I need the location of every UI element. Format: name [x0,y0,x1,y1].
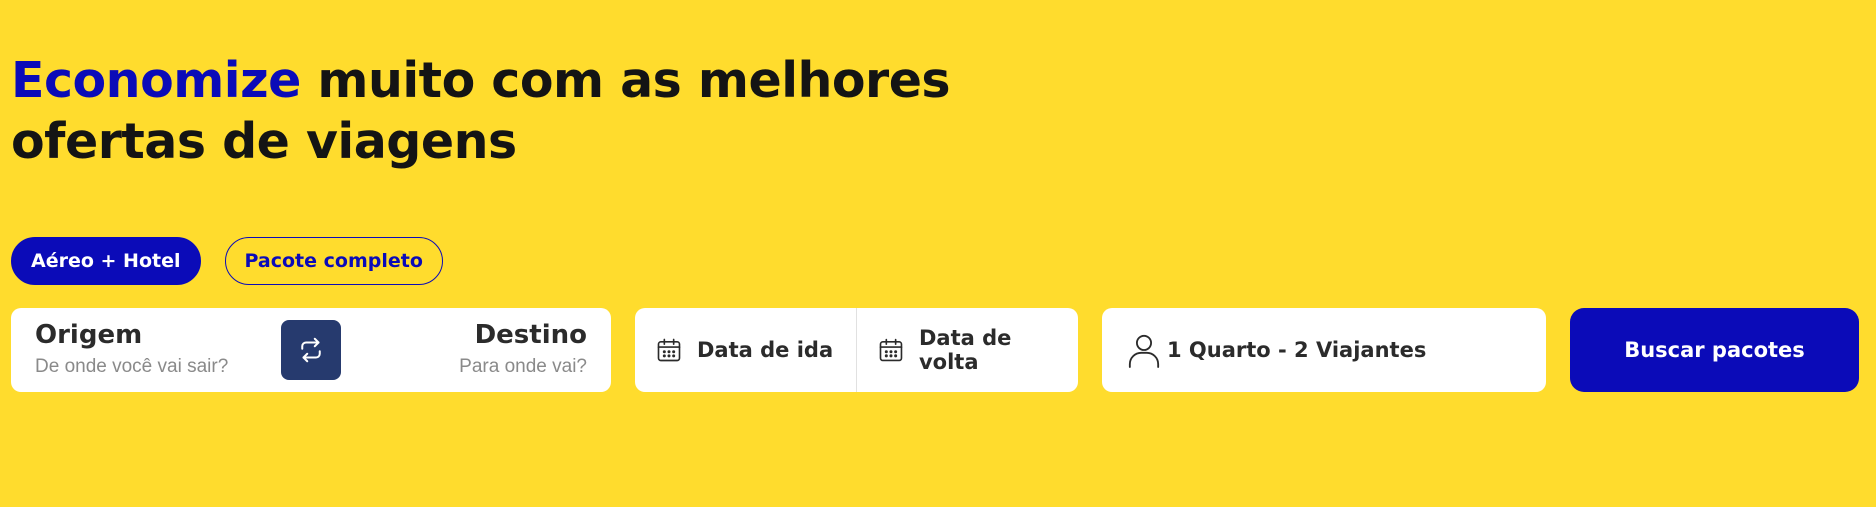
origin-placeholder: De onde você vai sair? [35,356,229,377]
headline-line2: ofertas de viagens [11,113,517,170]
tab-pacote-completo[interactable]: Pacote completo [224,237,443,285]
search-packages-button[interactable]: Buscar pacotes [1570,308,1859,392]
calendar-icon [657,338,681,362]
headline-accent: Economize [11,52,301,109]
tab-aereo-hotel[interactable]: Aéreo + Hotel [11,237,201,285]
origin-field[interactable]: Origem De onde você vai sair? [35,320,228,378]
guests-label: 1 Quarto - 2 Viajantes [1167,338,1427,362]
product-tabs: Aéreo + Hotel Pacote completo [11,237,443,285]
swap-arrows-icon [301,337,321,363]
origin-destination-field: Origem De onde você vai sair? Destino Pa… [11,308,611,392]
departure-date-label: Data de ida [697,338,834,362]
destination-field[interactable]: Destino Para onde vai? [459,320,587,378]
calendar-icon [879,338,903,362]
swap-button[interactable] [281,320,341,380]
dates-field: Data de ida Data de volta [635,308,1078,392]
origin-label: Origem [35,320,143,350]
departure-date-field[interactable]: Data de ida [635,308,856,392]
destination-placeholder: Para onde vai? [459,356,587,377]
destination-label: Destino [474,320,587,350]
guests-field[interactable]: 1 Quarto - 2 Viajantes [1102,308,1546,392]
hero-headline: Economize muito com as melhores ofertas d… [11,50,951,172]
return-date-label: Data de volta [918,326,1012,374]
person-icon [1128,334,1160,368]
return-date-field[interactable]: Data de volta [856,308,1078,392]
headline-line1-rest: muito com as melhores [300,52,951,109]
